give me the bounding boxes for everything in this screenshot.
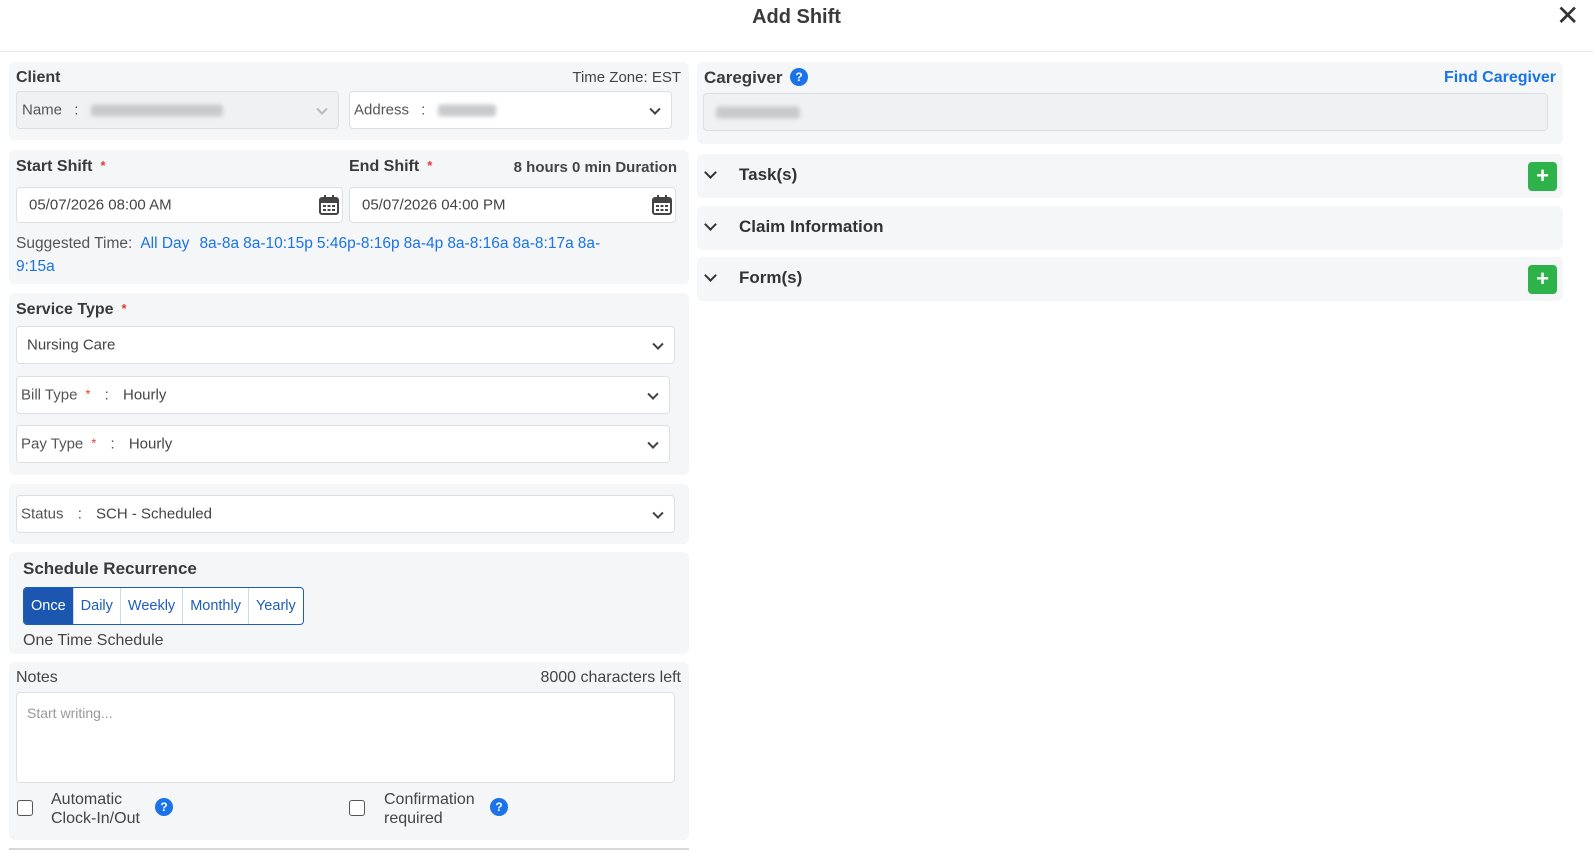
service-type-select[interactable]: Nursing Care xyxy=(16,326,675,364)
bottom-divider xyxy=(9,848,689,850)
notes-label: Notes xyxy=(16,669,58,686)
client-address-label: Address xyxy=(354,101,410,119)
shift-panel: Start Shift * End Shift * 8 hours 0 min Du… xyxy=(9,150,689,284)
chevron-down-icon xyxy=(704,166,717,179)
auto-clock-label: Automatic Clock-In/Out xyxy=(51,791,140,827)
recurrence-monthly[interactable]: Monthly xyxy=(183,588,249,624)
chevron-down-icon xyxy=(649,103,661,115)
client-address-value-redacted xyxy=(437,104,496,117)
pay-type-select[interactable]: Pay Type * : Hourly xyxy=(16,425,670,463)
plus-icon[interactable]: + xyxy=(1528,265,1557,294)
pay-type-value: Hourly xyxy=(128,435,173,453)
claim-title: Claim Information xyxy=(739,217,884,236)
calendar-icon[interactable] xyxy=(652,195,672,215)
notes-textarea[interactable]: Start writing... xyxy=(16,692,675,783)
caregiver-panel: Caregiver ? Find Caregiver xyxy=(697,62,1563,144)
suggested-time-option[interactable]: 8a-8:17a xyxy=(513,235,574,252)
forms-section[interactable]: Form(s) + xyxy=(697,257,1563,301)
notes-chars-left: 8000 characters left xyxy=(540,669,681,686)
close-icon[interactable]: ✕ xyxy=(1556,2,1579,30)
suggested-time-option[interactable]: 8a-8:16a xyxy=(447,235,508,252)
recurrence-yearly[interactable]: Yearly xyxy=(249,588,303,624)
caregiver-value-redacted xyxy=(716,106,800,119)
start-shift-input[interactable]: 05/07/2026 08:00 AM xyxy=(16,187,343,223)
chevron-down-icon xyxy=(647,437,659,449)
auto-clock-checkbox[interactable] xyxy=(17,800,33,816)
notes-panel: Notes 8000 characters left Start writing… xyxy=(9,662,689,840)
recurrence-daily[interactable]: Daily xyxy=(74,588,121,624)
client-name-label: Name xyxy=(22,101,63,119)
find-caregiver-link[interactable]: Find Caregiver xyxy=(1444,69,1556,87)
tasks-title: Task(s) xyxy=(739,165,798,184)
client-name-select[interactable]: Name : xyxy=(16,91,339,129)
help-icon[interactable]: ? xyxy=(790,68,808,86)
bill-type-value: Hourly xyxy=(123,386,167,404)
recurrence-toggle: Once Daily Weekly Monthly Yearly xyxy=(23,587,304,625)
caregiver-input[interactable] xyxy=(703,93,1548,131)
pay-type-label: Pay Type xyxy=(21,435,84,453)
suggested-times: Suggested Time: All Day 8a-8a 8a-10:15p 5:46… xyxy=(16,232,636,278)
suggested-time-option[interactable]: 8a-10:15p xyxy=(243,235,313,252)
status-panel: Status : SCH - Scheduled xyxy=(9,484,689,544)
service-type-label: Service Type * xyxy=(16,301,127,318)
bill-type-label: Bill Type xyxy=(21,386,78,404)
claim-section[interactable]: Claim Information xyxy=(697,206,1563,250)
client-name-value-redacted xyxy=(90,104,223,117)
service-panel: Service Type * Nursing Care Bill Type * : … xyxy=(9,293,689,475)
chevron-down-icon xyxy=(652,338,664,350)
status-label: Status xyxy=(21,505,64,523)
status-value: SCH - Scheduled xyxy=(96,505,212,523)
suggested-time-label: Suggested Time: xyxy=(16,235,133,252)
shift-duration: 8 hours 0 min Duration xyxy=(513,159,677,176)
dialog-header: Add Shift ✕ xyxy=(0,0,1593,52)
dialog-title: Add Shift xyxy=(752,6,841,28)
chevron-down-icon xyxy=(316,103,328,115)
bill-type-select[interactable]: Bill Type * : Hourly xyxy=(16,376,670,414)
chevron-down-icon xyxy=(652,507,664,519)
suggested-time-option[interactable]: 5:46p-8:16p xyxy=(317,235,400,252)
chevron-down-icon xyxy=(704,218,717,231)
forms-title: Form(s) xyxy=(739,268,803,287)
recurrence-once[interactable]: Once xyxy=(24,588,74,624)
suggested-time-option[interactable]: All Day xyxy=(140,235,189,252)
status-select[interactable]: Status : SCH - Scheduled xyxy=(16,495,675,533)
client-label: Client xyxy=(16,69,61,86)
suggested-time-option[interactable]: 8a-4p xyxy=(404,235,444,252)
end-shift-input[interactable]: 05/07/2026 04:00 PM xyxy=(349,187,676,223)
end-shift-label: End Shift * xyxy=(349,158,433,175)
help-icon[interactable]: ? xyxy=(155,798,173,816)
recurrence-weekly[interactable]: Weekly xyxy=(121,588,184,624)
recurrence-panel: Schedule Recurrence Once Daily Weekly Mo… xyxy=(9,552,689,654)
caregiver-label: Caregiver xyxy=(704,68,783,87)
notes-placeholder: Start writing... xyxy=(27,705,113,721)
confirmation-checkbox[interactable] xyxy=(349,800,365,816)
calendar-icon[interactable] xyxy=(319,195,339,215)
tasks-section[interactable]: Task(s) + xyxy=(697,154,1563,198)
plus-icon[interactable]: + xyxy=(1528,162,1557,191)
time-zone: Time Zone: EST xyxy=(572,69,681,86)
help-icon[interactable]: ? xyxy=(490,798,508,816)
suggested-time-option[interactable]: 8a-8a xyxy=(199,235,239,252)
confirmation-label: Confirmation required xyxy=(384,791,475,827)
recurrence-description: One Time Schedule xyxy=(23,632,164,649)
start-shift-label: Start Shift * xyxy=(16,158,106,175)
chevron-down-icon xyxy=(647,388,659,400)
recurrence-title: Schedule Recurrence xyxy=(23,559,197,578)
client-address-select[interactable]: Address : xyxy=(349,91,672,129)
chevron-down-icon xyxy=(704,269,717,282)
client-panel: Client Time Zone: EST Name : Address : xyxy=(9,62,689,140)
